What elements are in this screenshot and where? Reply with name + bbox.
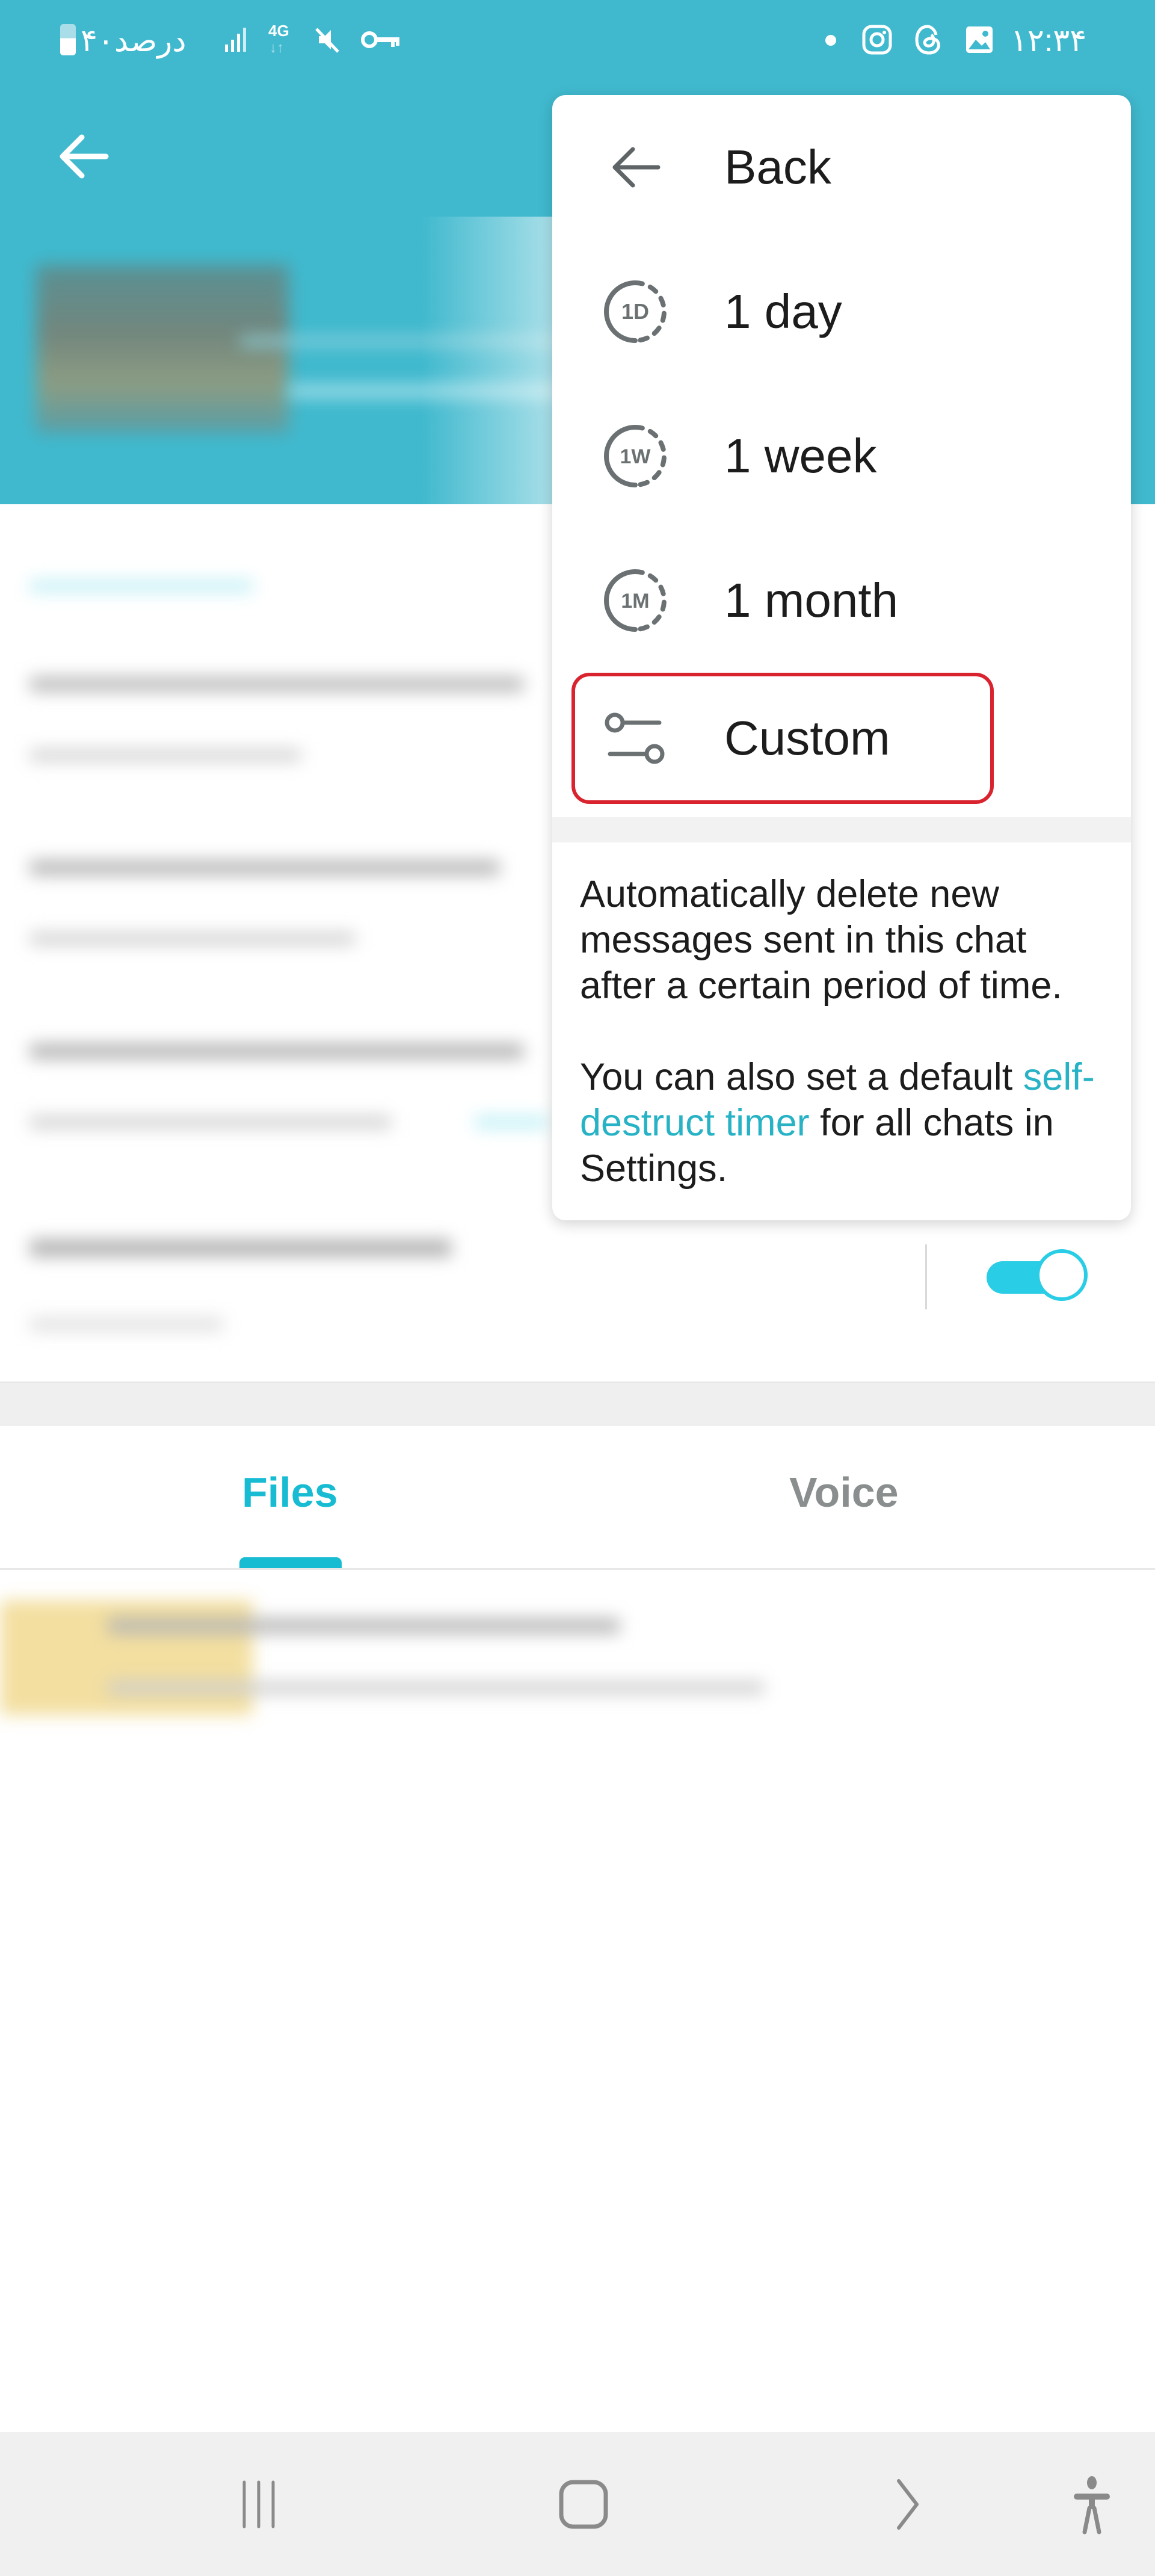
menu-item-label: 1 day — [724, 285, 842, 338]
redacted-info — [475, 1116, 547, 1128]
menu-separator — [552, 817, 1131, 842]
svg-text:1W: 1W — [620, 445, 651, 468]
active-tab-indicator — [239, 1557, 342, 1568]
system-navbar — [0, 2432, 1155, 2576]
menu-item-1-day[interactable]: 1D 1 day — [552, 239, 1131, 384]
instagram-icon — [861, 24, 893, 55]
redacted-info — [30, 677, 523, 691]
svg-text:1D: 1D — [621, 299, 649, 324]
home-icon — [559, 2480, 608, 2529]
redacted-setting-sub — [30, 1318, 223, 1331]
redacted-info — [30, 749, 301, 761]
signal-icon — [224, 26, 251, 53]
tab-files[interactable]: Files — [242, 1468, 338, 1516]
timer-1w-icon: 1W — [599, 420, 671, 492]
file-meta-redacted — [108, 1682, 764, 1694]
section-divider — [0, 1382, 1155, 1426]
auto-delete-menu: Back 1D 1 day 1W 1 week 1M 1 month Custo… — [552, 95, 1131, 1220]
accessibility-button[interactable] — [1065, 2474, 1119, 2534]
arrow-left-icon — [599, 131, 671, 203]
header-fade — [421, 217, 553, 504]
redacted-setting-label — [30, 1240, 451, 1256]
network-4g-icon: 4G — [268, 22, 289, 40]
timer-1d-icon: 1D — [599, 276, 671, 348]
avatar-redacted — [36, 265, 289, 433]
gallery-icon — [964, 24, 995, 55]
home-button[interactable] — [553, 2474, 614, 2534]
battery-icon — [60, 24, 76, 55]
tabs-divider — [0, 1568, 1155, 1570]
menu-item-back[interactable]: Back — [552, 95, 1131, 239]
file-name-redacted — [108, 1619, 620, 1633]
description-paragraph: You can also set a default self-destruct… — [580, 1054, 1109, 1191]
recent-apps-button[interactable] — [229, 2474, 289, 2534]
back-button[interactable] — [54, 126, 114, 187]
battery-percent: ۴۰درصد — [81, 23, 186, 58]
mute-icon — [312, 24, 343, 55]
arrow-left-icon — [60, 134, 109, 179]
timer-1m-icon: 1M — [599, 564, 671, 637]
menu-item-label: 1 month — [724, 573, 899, 627]
redacted-info — [30, 860, 499, 875]
data-arrows-icon: ↓↑ — [270, 40, 284, 56]
redacted-info — [30, 1116, 391, 1128]
setting-toggle[interactable] — [987, 1249, 1090, 1305]
threads-icon — [913, 24, 944, 55]
custom-highlight-box — [571, 673, 994, 804]
back-icon — [897, 2479, 919, 2530]
notification-dot-icon — [825, 35, 836, 46]
status-time: ۱۲:۳۴ — [1011, 23, 1087, 58]
tab-voice[interactable]: Voice — [789, 1468, 899, 1516]
redacted-info — [30, 581, 253, 591]
menu-item-label: Back — [724, 140, 831, 194]
description-text: You can also set a default — [580, 1056, 1023, 1098]
redacted-info — [30, 933, 355, 945]
vpn-key-icon — [360, 24, 402, 55]
nav-back-button[interactable] — [878, 2474, 938, 2534]
menu-item-1-month[interactable]: 1M 1 month — [552, 528, 1131, 673]
description-paragraph: Automatically delete new messages sent i… — [580, 873, 1062, 1007]
toggle-divider — [925, 1244, 927, 1309]
accessibility-icon — [1074, 2476, 1110, 2534]
redacted-info — [30, 1044, 523, 1058]
recent-apps-icon — [242, 2480, 275, 2528]
menu-item-label: 1 week — [724, 429, 877, 483]
file-thumbnail-redacted[interactable] — [0, 1601, 253, 1715]
toggle-thumb — [1036, 1249, 1088, 1301]
svg-text:1M: 1M — [621, 590, 649, 613]
menu-item-1-week[interactable]: 1W 1 week — [552, 384, 1131, 528]
menu-description: Automatically delete new messages sent i… — [580, 871, 1109, 1220]
